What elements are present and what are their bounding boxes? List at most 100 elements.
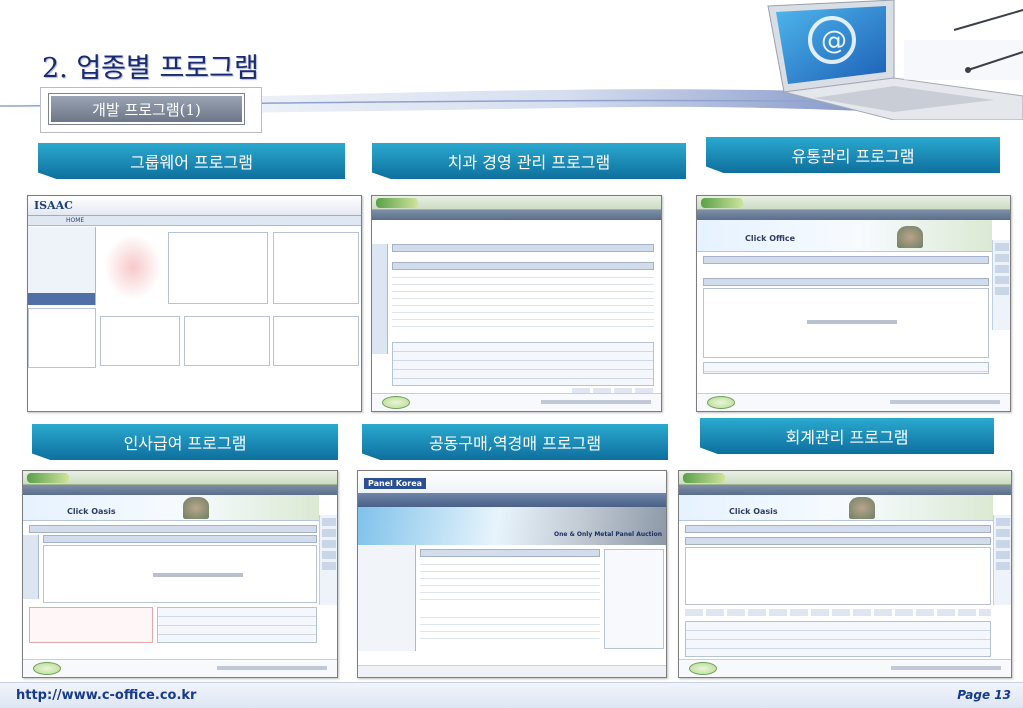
distribution-banner: Click Office bbox=[697, 220, 992, 252]
svg-text:@: @ bbox=[821, 26, 847, 56]
banner-accounting: 회계관리 프로그램 bbox=[700, 418, 994, 454]
accounting-banner: Click Oasis bbox=[679, 495, 993, 521]
dental-table-rows bbox=[392, 271, 654, 327]
accounting-menubar bbox=[679, 485, 1011, 495]
laptop-illustration: @ bbox=[767, 0, 1023, 120]
auction-right-column bbox=[604, 549, 664, 649]
hr-header bbox=[23, 471, 337, 485]
banner-hr-payroll: 인사급여 프로그램 bbox=[32, 424, 338, 460]
hr-empty-message bbox=[153, 573, 243, 577]
screenshot-dental bbox=[371, 195, 662, 412]
groupware-pane-c bbox=[100, 316, 180, 366]
auction-brand: Panel Korea bbox=[364, 478, 427, 489]
banner-dental: 치과 경영 관리 프로그램 bbox=[372, 143, 686, 179]
groupware-photo bbox=[104, 234, 162, 300]
subtitle-frame: 개발 프로그램(1) bbox=[40, 87, 262, 133]
distribution-right-tabs bbox=[992, 240, 1010, 330]
hr-banner-art bbox=[183, 497, 209, 519]
groupware-home-label: HOME bbox=[66, 217, 85, 224]
accounting-footer bbox=[679, 659, 1011, 677]
hr-footer-logo bbox=[33, 662, 61, 675]
distribution-menubar bbox=[697, 210, 1010, 220]
dental-menubar bbox=[372, 210, 661, 220]
groupware-header: ISAAC bbox=[28, 196, 361, 216]
groupware-pane-d bbox=[184, 316, 270, 366]
screenshot-distribution: Click Office bbox=[696, 195, 1011, 412]
groupware-logo: ISAAC bbox=[34, 199, 73, 212]
distribution-banner-art bbox=[897, 226, 923, 248]
auction-footer bbox=[358, 665, 666, 677]
dental-footer-logo bbox=[382, 396, 410, 409]
groupware-menubar: HOME bbox=[28, 216, 361, 226]
groupware-pane-b bbox=[273, 232, 359, 304]
hr-tabs bbox=[29, 525, 317, 533]
distribution-logo-bar bbox=[701, 198, 743, 208]
hr-notice-box bbox=[29, 607, 153, 643]
groupware-pane-a bbox=[168, 232, 268, 304]
distribution-table-header bbox=[703, 278, 989, 286]
groupware-storage-pane bbox=[28, 308, 96, 368]
distribution-copyright bbox=[890, 400, 1000, 404]
screenshot-group-buying: Panel Korea One & Only Metal Panel Aucti… bbox=[357, 470, 667, 678]
distribution-empty-message bbox=[807, 320, 897, 324]
screenshot-accounting: Click Oasis bbox=[678, 470, 1012, 678]
distribution-header bbox=[697, 196, 1010, 210]
distribution-footer bbox=[697, 393, 1010, 411]
banner-group-buying: 공동구매,역경매 프로그램 bbox=[362, 424, 668, 460]
footer-url-link[interactable]: http://www.c-office.co.kr bbox=[16, 688, 196, 703]
hr-footer bbox=[23, 659, 337, 677]
groupware-side-header bbox=[28, 293, 96, 305]
accounting-table-header bbox=[685, 537, 991, 545]
auction-slogan: One & Only Metal Panel Auction bbox=[554, 531, 662, 538]
dental-form bbox=[392, 342, 654, 386]
hr-brand: Click Oasis bbox=[67, 507, 116, 516]
hr-menubar bbox=[23, 485, 337, 495]
slide-title: 2. 업종별 프로그램 bbox=[42, 53, 259, 84]
groupware-pane-e bbox=[273, 316, 359, 366]
auction-header: Panel Korea bbox=[358, 471, 666, 493]
hr-banner: Click Oasis bbox=[23, 495, 319, 521]
accounting-footer-logo bbox=[689, 662, 717, 675]
accounting-header bbox=[679, 471, 1011, 485]
dental-logo bbox=[376, 198, 418, 208]
distribution-search-form bbox=[703, 362, 989, 374]
slide-subtitle: 개발 프로그램(1) bbox=[92, 100, 201, 119]
screenshot-hr-payroll: Click Oasis bbox=[22, 470, 338, 678]
dental-table-header bbox=[392, 262, 654, 270]
auction-table-rows bbox=[420, 558, 600, 600]
dental-sidebar bbox=[372, 244, 388, 354]
hr-form bbox=[157, 607, 317, 643]
accounting-form bbox=[685, 621, 991, 657]
distribution-tabs bbox=[703, 256, 989, 264]
auction-notice-rows bbox=[420, 611, 600, 645]
screenshot-groupware: ISAAC HOME bbox=[27, 195, 362, 412]
distribution-footer-logo bbox=[707, 396, 735, 409]
dental-tabs bbox=[392, 244, 654, 252]
banner-groupware: 그룹웨어 프로그램 bbox=[38, 143, 345, 179]
hr-copyright bbox=[217, 666, 327, 670]
hr-table-header bbox=[43, 535, 317, 543]
auction-hero: One & Only Metal Panel Auction bbox=[358, 507, 666, 545]
accounting-right-tabs bbox=[993, 515, 1011, 605]
subtitle-plate: 개발 프로그램(1) bbox=[48, 93, 245, 125]
banner-distribution: 유통관리 프로그램 bbox=[706, 137, 1000, 173]
accounting-logo-bar bbox=[683, 473, 725, 483]
groupware-quicklinks bbox=[28, 227, 96, 293]
dental-header bbox=[372, 196, 661, 210]
accounting-buttons bbox=[685, 609, 991, 616]
hr-sidebar bbox=[23, 535, 39, 599]
hr-logo-bar bbox=[27, 473, 69, 483]
accounting-tabs bbox=[685, 525, 991, 533]
auction-table-header bbox=[420, 549, 600, 557]
accounting-copyright bbox=[891, 666, 1001, 670]
auction-left-column bbox=[358, 545, 416, 651]
page-number: Page 13 bbox=[957, 688, 1011, 702]
accounting-brand: Click Oasis bbox=[729, 507, 778, 516]
auction-menubar bbox=[358, 493, 666, 507]
hr-right-tabs bbox=[319, 515, 337, 605]
distribution-brand: Click Office bbox=[745, 234, 796, 243]
dental-footer bbox=[372, 393, 661, 411]
accounting-banner-art bbox=[849, 497, 875, 519]
accounting-table-body bbox=[685, 547, 991, 605]
dental-copyright bbox=[541, 400, 651, 404]
